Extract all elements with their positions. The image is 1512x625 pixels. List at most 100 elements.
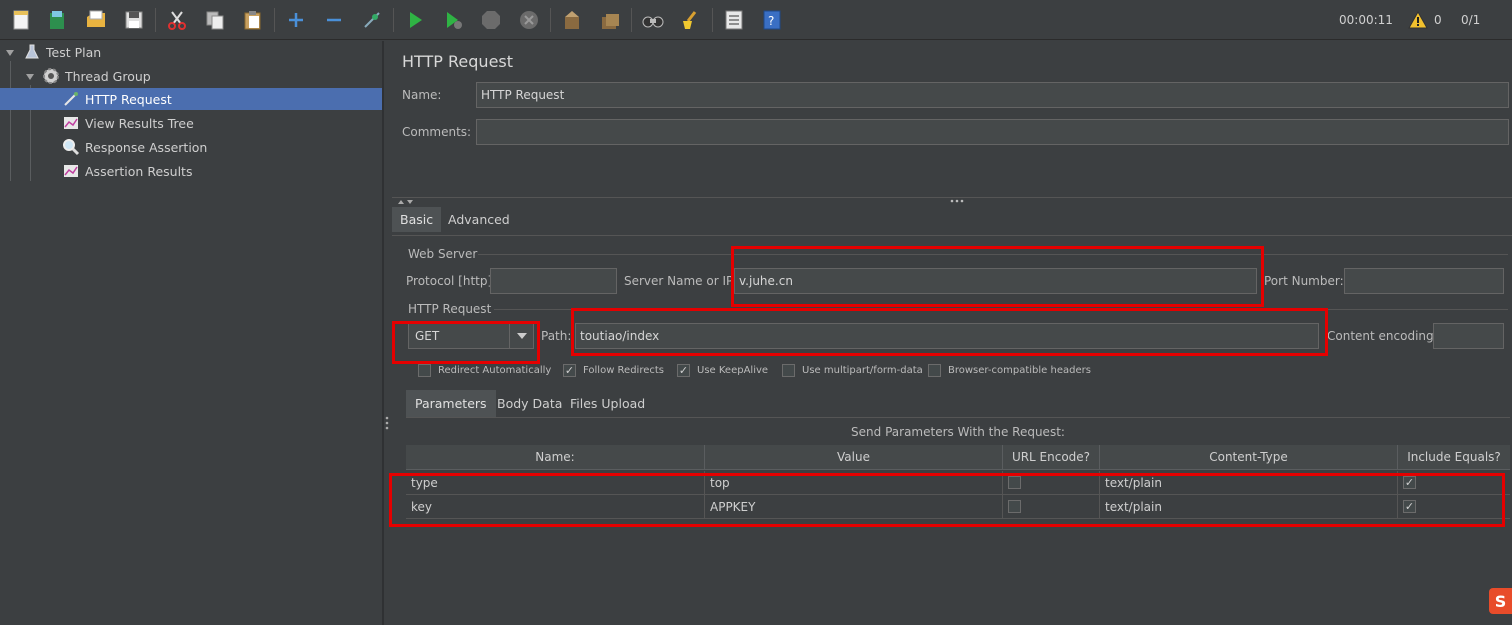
corner-logo: S [1489, 588, 1512, 614]
tree-item-test-plan[interactable]: Test Plan [23, 41, 373, 63]
column-header-content-type[interactable]: Content-Type [1100, 445, 1398, 470]
checkbox-label: Browser-compatible headers [948, 365, 1091, 376]
path-label: Path: [541, 329, 572, 343]
column-header-url-encode[interactable]: URL Encode? [1003, 445, 1100, 470]
tree-item-response-assertion[interactable]: Response Assertion [62, 136, 372, 158]
column-header-name[interactable]: Name: [406, 445, 705, 470]
table-cell-content-type[interactable]: text/plain [1100, 495, 1398, 519]
column-header-value[interactable]: Value [705, 445, 1003, 470]
tree-item-label: Assertion Results [85, 163, 193, 179]
checkbox-box[interactable] [782, 364, 795, 377]
table-cell-name[interactable]: type [406, 471, 705, 495]
use-keepalive-checkbox[interactable]: ✓ Use KeepAlive [677, 364, 768, 377]
tree-item-label: View Results Tree [85, 115, 194, 131]
checkmark-icon[interactable]: ✓ [677, 364, 690, 377]
tree-item-label: Thread Group [65, 68, 151, 84]
expand-arrow-icon[interactable] [6, 50, 14, 56]
chevron-down-icon[interactable] [509, 324, 533, 348]
gear-icon [42, 67, 60, 85]
save-icon[interactable] [122, 8, 146, 32]
new-icon[interactable] [9, 8, 33, 32]
table-cell-include-equals[interactable]: ✓ [1398, 495, 1510, 519]
paste-icon[interactable] [241, 8, 265, 32]
table-cell-value[interactable]: APPKEY [705, 495, 1003, 519]
server-name-field[interactable]: v.juhe.cn [734, 268, 1257, 294]
clear-icon[interactable] [560, 8, 584, 32]
table-cell-include-equals[interactable]: ✓ [1398, 471, 1510, 495]
checkmark-icon[interactable]: ✓ [1403, 476, 1416, 489]
start-no-pause-icon[interactable] [441, 8, 465, 32]
expand-arrow-icon[interactable] [26, 74, 34, 80]
table-cell-url-encode[interactable] [1003, 471, 1100, 495]
start-icon[interactable] [403, 8, 427, 32]
split-pane-divider[interactable] [383, 41, 392, 625]
table-cell-url-encode[interactable] [1003, 495, 1100, 519]
protocol-field[interactable] [490, 268, 617, 294]
function-helper-icon[interactable] [722, 8, 746, 32]
tab-parameters[interactable]: Parameters [406, 390, 496, 417]
checkbox-label: Follow Redirects [583, 365, 664, 376]
path-field[interactable]: toutiao/index [575, 323, 1319, 349]
checkbox-box[interactable] [1008, 500, 1021, 513]
tree-item-view-results-tree[interactable]: View Results Tree [62, 112, 372, 134]
checkmark-icon[interactable]: ✓ [563, 364, 576, 377]
graph-icon [62, 114, 80, 132]
open-icon[interactable] [84, 8, 108, 32]
graph-icon [62, 162, 80, 180]
splitter-arrows-icon[interactable] [396, 198, 420, 206]
horizontal-splitter[interactable] [392, 197, 1512, 205]
table-cell-name[interactable]: key [406, 495, 705, 519]
tab-underline [392, 235, 1512, 236]
drag-handle-icon[interactable] [384, 413, 392, 433]
toolbar-separator [712, 8, 713, 32]
search-icon[interactable] [641, 8, 665, 32]
tree-item-thread-group[interactable]: Thread Group [42, 65, 372, 87]
content-encoding-field[interactable] [1433, 323, 1504, 349]
copy-icon[interactable] [203, 8, 227, 32]
collapse-icon[interactable] [322, 8, 346, 32]
test-plan-icon [23, 43, 41, 61]
tab-body-data[interactable]: Body Data [489, 390, 570, 417]
tab-advanced[interactable]: Advanced [440, 207, 518, 232]
method-value: GET [415, 329, 440, 343]
checkbox-box[interactable] [1008, 476, 1021, 489]
warning-icon[interactable] [1406, 8, 1430, 32]
templates-icon[interactable] [45, 8, 69, 32]
shutdown-icon[interactable] [517, 8, 541, 32]
thread-count: 0/1 [1461, 13, 1481, 27]
help-icon[interactable]: ? [760, 8, 784, 32]
drag-handle-icon[interactable] [949, 198, 965, 204]
tree-item-label: Test Plan [46, 44, 102, 60]
server-name-label: Server Name or IP: [624, 274, 738, 288]
comments-field[interactable] [476, 119, 1509, 145]
browser-compatible-headers-checkbox[interactable]: Browser-compatible headers [928, 364, 1091, 377]
name-field[interactable]: HTTP Request [476, 82, 1509, 108]
tree-line [10, 61, 11, 181]
magnifier-icon [62, 138, 80, 156]
table-cell-content-type[interactable]: text/plain [1100, 471, 1398, 495]
warning-count: 0 [1434, 13, 1442, 27]
method-select[interactable]: GET [408, 323, 534, 349]
expand-icon[interactable] [284, 8, 308, 32]
clear-all-icon[interactable] [598, 8, 622, 32]
tree-item-assertion-results[interactable]: Assertion Results [62, 160, 372, 182]
port-number-field[interactable] [1344, 268, 1504, 294]
redirect-automatically-checkbox[interactable]: Redirect Automatically [418, 364, 551, 377]
tree-item-http-request[interactable]: HTTP Request [0, 88, 382, 110]
toggle-icon[interactable] [360, 8, 384, 32]
follow-redirects-checkbox[interactable]: ✓ Follow Redirects [563, 364, 664, 377]
checkbox-box[interactable] [418, 364, 431, 377]
tab-basic[interactable]: Basic [392, 207, 442, 232]
port-number-label: Port Number: [1264, 274, 1344, 288]
tab-files-upload[interactable]: Files Upload [562, 390, 653, 417]
table-cell-value[interactable]: top [705, 471, 1003, 495]
column-header-include-equals[interactable]: Include Equals? [1398, 445, 1510, 470]
toolbar: ? 00:00:11 0 0/1 [0, 0, 1512, 40]
use-multipart-checkbox[interactable]: Use multipart/form-data [782, 364, 923, 377]
checkbox-box[interactable] [928, 364, 941, 377]
comments-label: Comments: [402, 125, 472, 139]
reset-search-icon[interactable] [679, 8, 703, 32]
stop-icon[interactable] [479, 8, 503, 32]
checkmark-icon[interactable]: ✓ [1403, 500, 1416, 513]
cut-icon[interactable] [165, 8, 189, 32]
